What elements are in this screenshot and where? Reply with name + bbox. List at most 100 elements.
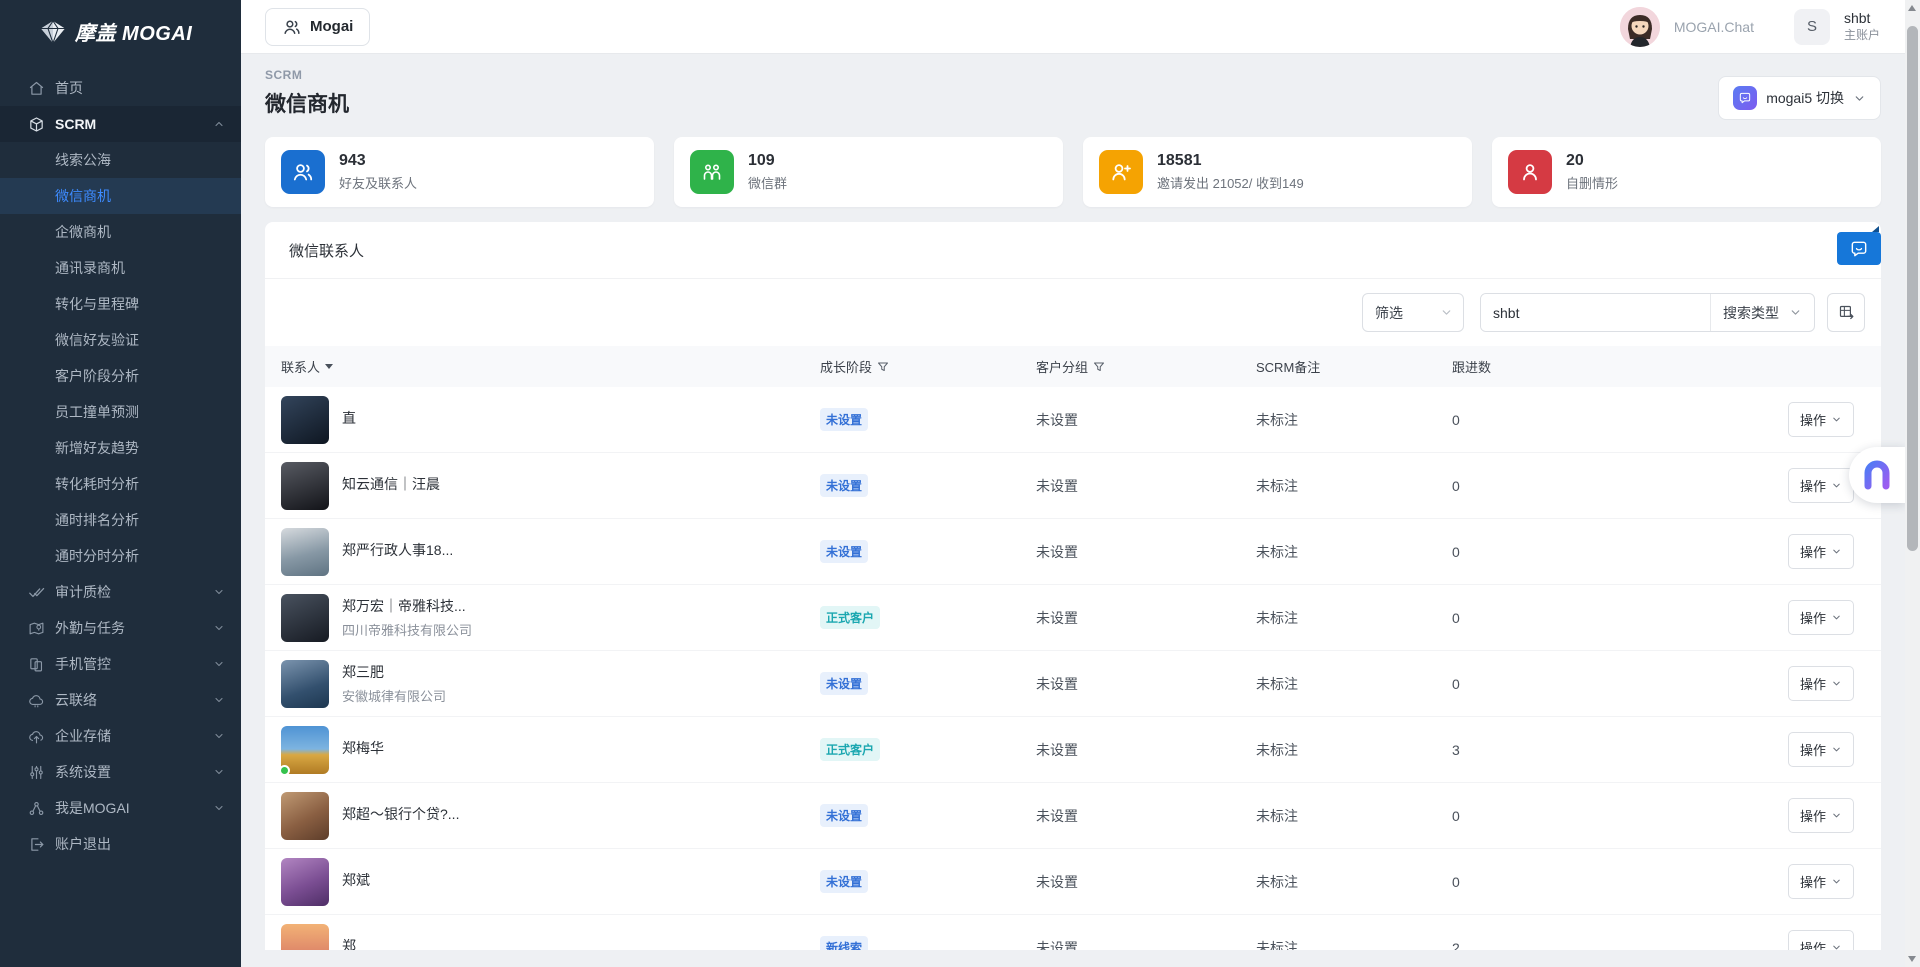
mogai-app-icon — [1733, 86, 1757, 110]
sidebar-item-wechat-opportunity[interactable]: 微信商机 — [0, 178, 241, 214]
action-button[interactable]: 操作 — [1788, 534, 1854, 569]
chevron-down-icon — [1831, 744, 1842, 755]
chat-button[interactable] — [1837, 232, 1881, 265]
contact-cell[interactable]: 郑严行政人事18... — [281, 528, 820, 576]
action-button[interactable]: 操作 — [1788, 468, 1854, 503]
user-info[interactable]: shbt 主账户 — [1844, 10, 1880, 43]
scrollbar-thumb[interactable] — [1907, 26, 1918, 551]
table-row: 郑三肥 安徽城律有限公司 未设置 未设置 未标注 0 操作 — [265, 651, 1881, 717]
breadcrumb: SCRM — [265, 68, 349, 82]
sidebar-item-new-friend-trend[interactable]: 新增好友趋势 — [0, 430, 241, 466]
sidebar-item-label: 转化与里程碑 — [55, 294, 225, 314]
sidebar-item-scrm[interactable]: SCRM — [0, 106, 241, 142]
action-button-label: 操作 — [1800, 938, 1826, 950]
org-badge[interactable]: S — [1794, 9, 1830, 45]
sidebar-item-label: 我是MOGAI — [55, 798, 203, 818]
contact-cell[interactable]: 郑梅华 — [281, 726, 820, 774]
assistant-logo-icon — [1861, 459, 1893, 491]
contact-cell[interactable]: 郑超～银行个贷?... — [281, 792, 820, 840]
user-icon — [1508, 150, 1552, 194]
contact-name: 郑斌 — [342, 870, 370, 890]
sidebar-item-field-tasks[interactable]: 外勤与任务 — [0, 610, 241, 646]
group-icon — [690, 150, 734, 194]
chevron-down-icon — [213, 694, 225, 706]
contact-name: 直 — [342, 408, 356, 428]
contact-name: 郑三肥 — [342, 662, 446, 682]
sidebar-item-call-hourly-analysis[interactable]: 通时分时分析 — [0, 538, 241, 574]
contact-cell[interactable]: 郑 — [281, 924, 820, 951]
column-settings-button[interactable] — [1827, 293, 1865, 332]
scroll-down-arrow[interactable] — [1908, 956, 1916, 962]
action-button[interactable]: 操作 — [1788, 864, 1854, 899]
filter-funnel-icon[interactable] — [1093, 361, 1105, 373]
users-icon — [282, 17, 302, 37]
sidebar-item-customer-stage-analysis[interactable]: 客户阶段分析 — [0, 358, 241, 394]
sidebar-item-lead-pool[interactable]: 线索公海 — [0, 142, 241, 178]
sidebar-item-conversion-milestone[interactable]: 转化与里程碑 — [0, 286, 241, 322]
sidebar-item-conversion-time-analysis[interactable]: 转化耗时分析 — [0, 466, 241, 502]
column-contact[interactable]: 联系人 — [281, 357, 820, 376]
sidebar-item-contacts-opportunity[interactable]: 通讯录商机 — [0, 250, 241, 286]
sidebar-item-label: 系统设置 — [55, 762, 203, 782]
sidebar-item-audit-qc[interactable]: 审计质检 — [0, 574, 241, 610]
sliders-icon — [28, 764, 45, 781]
table-row: 郑超～银行个贷?... 未设置 未设置 未标注 0 操作 — [265, 783, 1881, 849]
assistant-float-button[interactable] — [1849, 447, 1905, 503]
stat-value: 18581 — [1157, 152, 1304, 170]
sidebar-item-i-am-mogai[interactable]: 我是MOGAI — [0, 790, 241, 826]
table-row: 郑万宏｜帝雅科技... 四川帝雅科技有限公司 正式客户 未设置 未标注 0 操作 — [265, 585, 1881, 651]
contact-name: 郑严行政人事18... — [342, 540, 453, 560]
contact-avatar — [281, 726, 329, 774]
action-button[interactable]: 操作 — [1788, 402, 1854, 437]
filter-funnel-icon[interactable] — [877, 361, 889, 373]
sidebar-item-cloud-contact[interactable]: 云联络 — [0, 682, 241, 718]
scroll-up-arrow[interactable] — [1908, 5, 1916, 11]
action-button[interactable]: 操作 — [1788, 798, 1854, 833]
action-button[interactable]: 操作 — [1788, 732, 1854, 767]
sidebar-item-enterprise-storage[interactable]: 企业存储 — [0, 718, 241, 754]
account-switch-button[interactable]: mogai5 切换 — [1718, 76, 1881, 120]
sidebar-item-label: 通时排名分析 — [55, 510, 225, 530]
mogai-button[interactable]: Mogai — [265, 8, 370, 46]
sidebar-item-wecom-opportunity[interactable]: 企微商机 — [0, 214, 241, 250]
sidebar-item-home[interactable]: 首页 — [0, 70, 241, 106]
contact-name: 郑梅华 — [342, 738, 384, 758]
sidebar-item-order-collision-prediction[interactable]: 员工撞单预测 — [0, 394, 241, 430]
vertical-scrollbar[interactable] — [1905, 0, 1920, 967]
group-value: 未设置 — [1036, 608, 1256, 628]
column-label: 跟进数 — [1452, 357, 1491, 376]
sidebar-item-system-settings[interactable]: 系统设置 — [0, 754, 241, 790]
search-input[interactable] — [1481, 294, 1710, 331]
column-stage[interactable]: 成长阶段 — [820, 357, 1036, 376]
contact-cell[interactable]: 郑三肥 安徽城律有限公司 — [281, 660, 820, 708]
stage-badge: 正式客户 — [820, 738, 880, 761]
remark-value: 未标注 — [1256, 674, 1452, 694]
stat-label: 好友及联系人 — [339, 173, 417, 192]
contact-cell[interactable]: 郑斌 — [281, 858, 820, 906]
remark-value: 未标注 — [1256, 938, 1452, 951]
chevron-down-icon — [1853, 92, 1866, 105]
sidebar-item-logout[interactable]: 账户退出 — [0, 826, 241, 862]
stage-badge: 未设置 — [820, 870, 868, 893]
action-button[interactable]: 操作 — [1788, 666, 1854, 701]
action-button[interactable]: 操作 — [1788, 600, 1854, 635]
remark-value: 未标注 — [1256, 872, 1452, 892]
contact-cell[interactable]: 直 — [281, 396, 820, 444]
contact-cell[interactable]: 郑万宏｜帝雅科技... 四川帝雅科技有限公司 — [281, 594, 820, 642]
remark-value: 未标注 — [1256, 542, 1452, 562]
column-group[interactable]: 客户分组 — [1036, 357, 1256, 376]
stat-label: 微信群 — [748, 173, 787, 192]
action-button[interactable]: 操作 — [1788, 930, 1854, 950]
contact-cell[interactable]: 知云通信｜汪晨 — [281, 462, 820, 510]
chevron-down-icon — [213, 658, 225, 670]
sidebar-item-call-ranking-analysis[interactable]: 通时排名分析 — [0, 502, 241, 538]
search-type-select[interactable]: 搜索类型 — [1710, 294, 1814, 331]
filter-select[interactable]: 筛选 — [1362, 293, 1464, 332]
mobile-icon — [28, 656, 45, 673]
sidebar-item-friend-verification[interactable]: 微信好友验证 — [0, 322, 241, 358]
follow-count: 3 — [1452, 742, 1681, 758]
user-avatar[interactable] — [1620, 7, 1660, 47]
chevron-down-icon — [1831, 414, 1842, 425]
sidebar-item-phone-control[interactable]: 手机管控 — [0, 646, 241, 682]
column-follow: 跟进数 — [1452, 357, 1681, 376]
